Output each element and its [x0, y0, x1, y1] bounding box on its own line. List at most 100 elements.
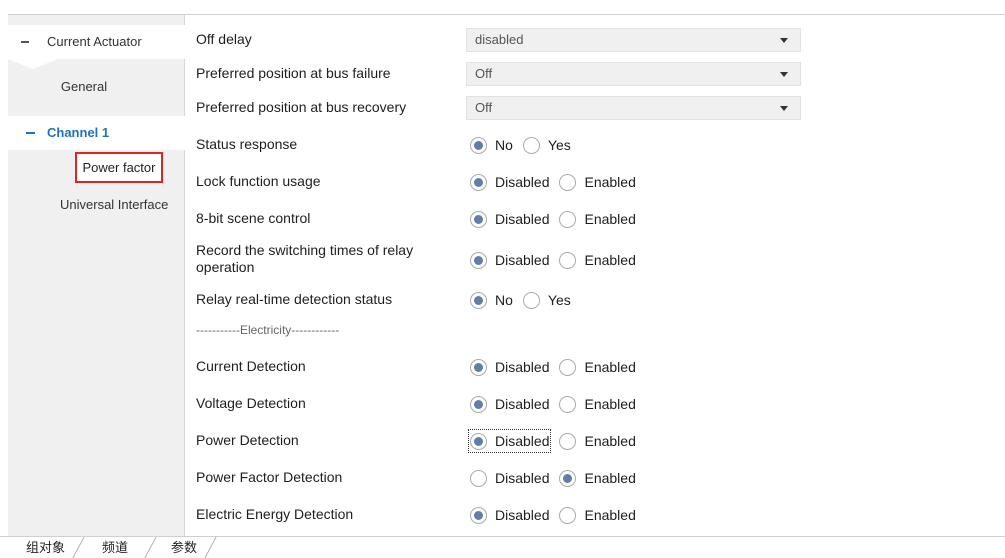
scene-control-disabled-option[interactable]: Disabled — [470, 209, 549, 229]
collapse-icon — [26, 131, 35, 134]
option-label: Yes — [547, 292, 571, 308]
voltage-detection-disabled-option[interactable]: Disabled — [470, 394, 549, 414]
radio-checked[interactable] — [470, 210, 487, 228]
option-label: Enabled — [584, 211, 636, 227]
option-label: No — [495, 137, 513, 153]
voltage-detection-radio-group: Disabled Enabled — [470, 394, 646, 414]
select-value: disabled — [475, 32, 524, 47]
option-label: No — [495, 292, 513, 308]
radio-checked[interactable] — [470, 506, 487, 524]
relay-detection-no-option[interactable]: No — [470, 290, 513, 310]
energy-detection-disabled-option[interactable]: Disabled — [470, 505, 549, 525]
radio-unchecked[interactable] — [559, 395, 577, 413]
radio-unchecked[interactable] — [470, 469, 487, 487]
radio-unchecked[interactable] — [559, 210, 577, 228]
radio-unchecked[interactable] — [559, 251, 577, 269]
current-detection-enabled-option[interactable]: Enabled — [559, 357, 636, 377]
option-label: Enabled — [584, 396, 636, 412]
option-label: Disabled — [495, 507, 550, 523]
power-detection-radio-group: Disabled Enabled — [467, 429, 646, 453]
record-times-enabled-option[interactable]: Enabled — [559, 250, 636, 270]
selection-notch — [8, 59, 58, 69]
current-detection-radio-group: Disabled Enabled — [470, 357, 646, 377]
option-label: Disabled — [495, 252, 550, 268]
radio-unchecked[interactable] — [559, 506, 577, 524]
voltage-detection-label: Voltage Detection — [196, 395, 306, 411]
off-delay-select[interactable]: disabled — [466, 28, 801, 52]
power-detection-enabled-option[interactable]: Enabled — [559, 431, 636, 451]
power-factor-detection-disabled-option[interactable]: Disabled — [470, 468, 549, 488]
lock-function-enabled-option[interactable]: Enabled — [559, 172, 636, 192]
radio-checked[interactable] — [470, 432, 487, 450]
chevron-down-icon — [780, 72, 788, 77]
sidebar-item-channel-1[interactable]: Channel 1 — [8, 116, 185, 150]
sidebar-item-current-actuator[interactable]: Current Actuator — [8, 25, 185, 59]
status-response-yes-option[interactable]: Yes — [522, 135, 571, 155]
select-value: Off — [475, 66, 493, 81]
record-times-radio-group: Disabled Enabled — [470, 250, 646, 270]
radio-unchecked[interactable] — [522, 136, 540, 154]
power-detection-disabled-option[interactable]: Disabled — [467, 429, 552, 453]
bus-failure-label: Preferred position at bus failure — [196, 65, 391, 81]
record-times-disabled-option[interactable]: Disabled — [470, 250, 549, 270]
chevron-down-icon — [780, 38, 788, 43]
radio-checked[interactable] — [470, 291, 487, 309]
lock-function-disabled-option[interactable]: Disabled — [470, 172, 549, 192]
option-label: Yes — [547, 137, 571, 153]
lock-function-label: Lock function usage — [196, 173, 321, 189]
collapse-icon — [21, 40, 29, 43]
status-response-no-option[interactable]: No — [470, 135, 513, 155]
option-label: Enabled — [584, 470, 636, 486]
scene-control-enabled-option[interactable]: Enabled — [559, 209, 636, 229]
tab-channels[interactable]: 频道 — [102, 540, 128, 556]
radio-unchecked[interactable] — [522, 291, 540, 309]
option-label: Enabled — [584, 252, 636, 268]
bus-recovery-label: Preferred position at bus recovery — [196, 99, 407, 115]
sidebar-item-power-factor[interactable]: Power factor — [75, 152, 163, 183]
radio-unchecked[interactable] — [559, 432, 577, 450]
scene-control-label: 8-bit scene control — [196, 210, 311, 226]
status-response-radio-group: No Yes — [470, 135, 581, 155]
option-label: Disabled — [495, 359, 550, 375]
bus-recovery-select[interactable]: Off — [466, 96, 801, 120]
radio-unchecked[interactable] — [559, 173, 577, 191]
radio-checked[interactable] — [470, 173, 487, 191]
chevron-down-icon — [780, 106, 788, 111]
tab-group-objects[interactable]: 组对象 — [26, 540, 65, 556]
sidebar-item-general[interactable]: General — [8, 70, 185, 104]
relay-detection-yes-option[interactable]: Yes — [522, 290, 571, 310]
energy-detection-label: Electric Energy Detection — [196, 506, 354, 522]
radio-unchecked[interactable] — [559, 358, 577, 376]
record-times-label: Record the switching times of relay oper… — [196, 242, 414, 275]
sidebar-item-label: Current Actuator — [47, 34, 142, 49]
option-label: Disabled — [495, 174, 550, 190]
sidebar-item-universal-interface[interactable]: Universal Interface — [8, 188, 185, 222]
option-label: Enabled — [584, 507, 636, 523]
sidebar-item-label: Power factor — [82, 160, 156, 175]
option-label: Disabled — [495, 396, 550, 412]
power-factor-detection-label: Power Factor Detection — [196, 469, 343, 485]
current-detection-disabled-option[interactable]: Disabled — [470, 357, 549, 377]
radio-checked[interactable] — [559, 469, 577, 487]
energy-detection-radio-group: Disabled Enabled — [470, 505, 646, 525]
lock-function-radio-group: Disabled Enabled — [470, 172, 646, 192]
sidebar: Current Actuator General Channel 1 Power… — [8, 15, 185, 536]
tab-parameters[interactable]: 参数 — [171, 540, 197, 556]
sidebar-item-label: Universal Interface — [60, 197, 169, 212]
option-label: Disabled — [495, 433, 550, 449]
relay-detection-radio-group: No Yes — [470, 290, 581, 310]
voltage-detection-enabled-option[interactable]: Enabled — [559, 394, 636, 414]
current-detection-label: Current Detection — [196, 358, 306, 374]
bus-failure-select[interactable]: Off — [466, 62, 801, 86]
option-label: Disabled — [495, 470, 550, 486]
sidebar-item-label: General — [60, 79, 108, 94]
energy-detection-enabled-option[interactable]: Enabled — [559, 505, 636, 525]
radio-checked[interactable] — [470, 358, 487, 376]
radio-checked[interactable] — [470, 395, 487, 413]
radio-checked[interactable] — [470, 251, 487, 269]
radio-checked[interactable] — [470, 136, 487, 154]
power-factor-detection-radio-group: Disabled Enabled — [470, 468, 646, 488]
power-factor-detection-enabled-option[interactable]: Enabled — [559, 468, 636, 488]
option-label: Enabled — [584, 359, 636, 375]
electricity-separator: -----------Electricity------------ — [196, 323, 340, 337]
